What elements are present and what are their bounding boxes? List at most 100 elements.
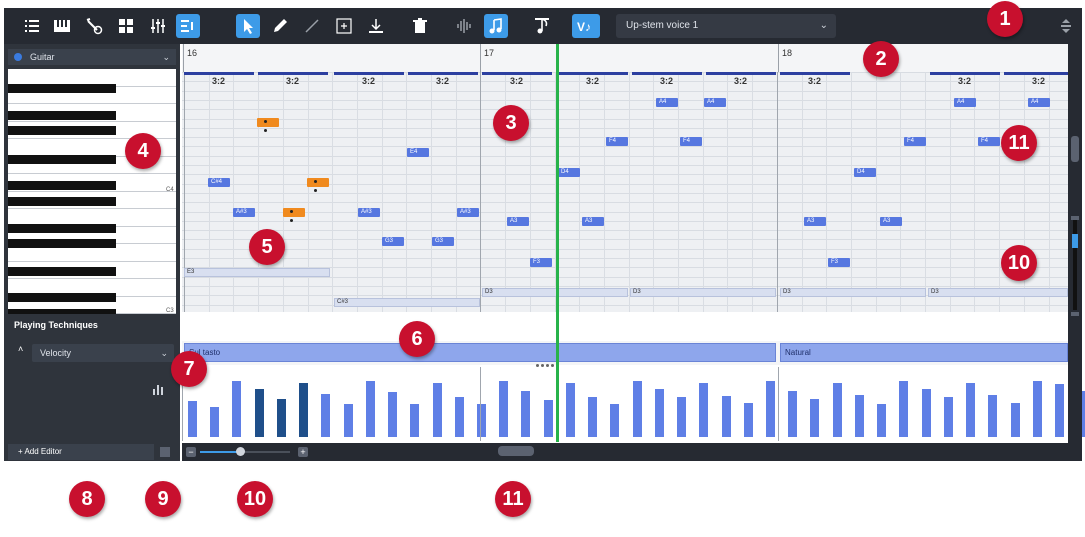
- velocity-bar[interactable]: [276, 398, 286, 437]
- playing-technique-sul-tasto[interactable]: Sul tasto: [184, 343, 776, 362]
- instrument-select[interactable]: Guitar ⌄: [8, 49, 176, 65]
- velocity-bar[interactable]: [476, 404, 486, 437]
- piano-keyboard[interactable]: C4 C3: [8, 69, 176, 314]
- velocity-lane[interactable]: [182, 367, 1085, 441]
- velocity-bar[interactable]: [365, 380, 375, 437]
- velocity-bar[interactable]: [654, 389, 664, 437]
- flag-note-icon[interactable]: [530, 14, 554, 38]
- note[interactable]: A3: [582, 217, 604, 226]
- expand-icon[interactable]: [332, 14, 356, 38]
- horizontal-scrollbar-thumb[interactable]: [498, 446, 534, 456]
- velocity-select[interactable]: Velocity ⌄: [32, 344, 174, 362]
- black-key[interactable]: [8, 267, 116, 276]
- black-key[interactable]: [8, 84, 116, 93]
- note[interactable]: A4: [1028, 98, 1050, 107]
- velocity-bar[interactable]: [943, 397, 953, 437]
- vertical-zoom-in-button[interactable]: [1071, 312, 1079, 316]
- black-key[interactable]: [8, 155, 116, 164]
- collapse-icon[interactable]: ˄: [18, 344, 23, 354]
- note[interactable]: F3: [530, 258, 552, 267]
- velocity-bar[interactable]: [854, 394, 864, 437]
- velocity-bar[interactable]: [788, 390, 798, 437]
- bar-ruler[interactable]: 16 17 18: [182, 44, 1068, 73]
- note[interactable]: D4: [558, 168, 580, 177]
- vertical-scrollbar[interactable]: [1068, 44, 1082, 461]
- note-grid[interactable]: 3:2 3:2 3:2 3:2 3:2 3:2 3:2 3:2 3:2 3:2 3:2 A4 A4 A4 A…: [182, 72, 1068, 312]
- bar-chart-icon[interactable]: [152, 382, 164, 400]
- velocity-bar[interactable]: [254, 389, 264, 437]
- note[interactable]: A#3: [457, 208, 479, 217]
- velocity-bar[interactable]: [499, 380, 509, 437]
- note[interactable]: F3: [828, 258, 850, 267]
- note[interactable]: D4: [854, 168, 876, 177]
- long-note[interactable]: D3: [780, 288, 926, 297]
- waveform-icon[interactable]: [452, 14, 476, 38]
- vertical-scrollbar-thumb[interactable]: [1071, 136, 1079, 162]
- velocity-bar[interactable]: [432, 382, 442, 437]
- add-editor-button[interactable]: + Add Editor: [8, 444, 154, 460]
- zoom-slider[interactable]: [200, 451, 290, 453]
- black-key[interactable]: [8, 309, 116, 314]
- pencil-icon[interactable]: [268, 14, 292, 38]
- align-bottom-icon[interactable]: [364, 14, 388, 38]
- note[interactable]: F4: [606, 137, 628, 146]
- voice-select[interactable]: Up-stem voice 1 ⌄: [616, 14, 836, 38]
- note[interactable]: F4: [904, 137, 926, 146]
- selected-note[interactable]: [257, 118, 279, 132]
- note[interactable]: A4: [656, 98, 678, 107]
- zoom-out-button[interactable]: −: [186, 447, 196, 457]
- selected-note[interactable]: [283, 208, 305, 222]
- velocity-bar[interactable]: [699, 382, 709, 437]
- velocity-bar[interactable]: [721, 396, 731, 437]
- note[interactable]: A4: [704, 98, 726, 107]
- note[interactable]: A3: [804, 217, 826, 226]
- long-note[interactable]: D3: [482, 288, 628, 297]
- velocity-bar[interactable]: [921, 389, 931, 437]
- black-key[interactable]: [8, 293, 116, 302]
- note[interactable]: E4: [407, 148, 429, 157]
- black-key[interactable]: [8, 239, 116, 248]
- long-note[interactable]: D3: [630, 288, 776, 297]
- black-key[interactable]: [8, 111, 116, 120]
- velocity-bar[interactable]: [565, 382, 575, 437]
- list-icon[interactable]: [20, 14, 44, 38]
- velocity-bar[interactable]: [743, 402, 753, 437]
- velocity-bar[interactable]: [765, 380, 775, 437]
- velocity-bar[interactable]: [677, 397, 687, 437]
- resize-handle-icon[interactable]: [1054, 14, 1078, 38]
- velocity-bar[interactable]: [877, 404, 887, 437]
- note[interactable]: G3: [382, 237, 404, 246]
- velocity-bar[interactable]: [321, 394, 331, 437]
- velocity-bar[interactable]: [299, 382, 309, 437]
- note[interactable]: A4: [954, 98, 976, 107]
- playing-technique-natural[interactable]: Natural: [780, 343, 1068, 362]
- velocity-bar[interactable]: [810, 398, 820, 437]
- velocity-bar[interactable]: [988, 394, 998, 437]
- selected-note[interactable]: [307, 178, 329, 192]
- playing-techniques-lane[interactable]: Sul tasto Natural: [182, 341, 1068, 365]
- velocity-bar[interactable]: [410, 404, 420, 437]
- mixer-icon[interactable]: [146, 14, 170, 38]
- note[interactable]: A3: [507, 217, 529, 226]
- note[interactable]: F4: [680, 137, 702, 146]
- velocity-bar[interactable]: [899, 380, 909, 437]
- note[interactable]: A3: [880, 217, 902, 226]
- velocity-bar[interactable]: [188, 400, 197, 437]
- note[interactable]: C#4: [208, 178, 230, 187]
- velocity-bar[interactable]: [210, 407, 220, 437]
- velocity-bar[interactable]: [832, 382, 842, 437]
- velocity-bar[interactable]: [1010, 402, 1020, 437]
- velocity-bar[interactable]: [454, 397, 464, 437]
- black-key[interactable]: [8, 181, 116, 190]
- step-edit-icon[interactable]: [176, 14, 200, 38]
- velocity-bar[interactable]: [610, 404, 620, 437]
- note[interactable]: A#3: [358, 208, 380, 217]
- zoom-in-button[interactable]: +: [298, 447, 308, 457]
- line-icon[interactable]: [300, 14, 324, 38]
- velocity-bar[interactable]: [1054, 384, 1064, 437]
- velocity-bar[interactable]: [966, 382, 976, 437]
- piano-keys-icon[interactable]: [50, 14, 74, 38]
- note-icon[interactable]: [484, 14, 508, 38]
- velocity-bar[interactable]: [343, 404, 353, 437]
- voice-icon[interactable]: V♪: [572, 14, 600, 38]
